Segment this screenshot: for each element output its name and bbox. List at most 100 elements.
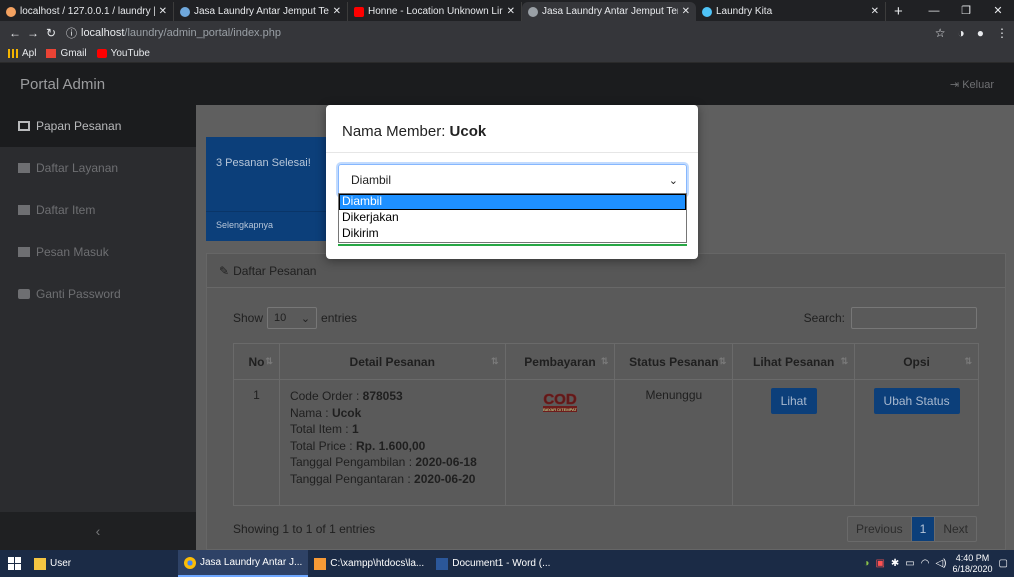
close-icon[interactable]: ✕ xyxy=(507,6,515,17)
browser-tab[interactable]: localhost / 127.0.0.1 / laundry | ✕ xyxy=(0,2,174,21)
panel-title: Daftar Pesanan xyxy=(233,263,317,278)
battery-icon[interactable]: ▭ xyxy=(905,558,914,569)
modal-title-label: Nama Member: xyxy=(342,123,450,140)
reload-icon[interactable]: ↻ xyxy=(42,26,60,40)
sidebar-collapse-button[interactable]: ‹ xyxy=(0,512,196,550)
sidebar-item-daftar-item[interactable]: Daftar Item xyxy=(0,189,196,231)
close-icon[interactable]: ✕ xyxy=(682,6,690,17)
table-footer: Showing 1 to 1 of 1 entries Previous 1 N… xyxy=(233,516,977,542)
search-input[interactable] xyxy=(851,307,977,329)
word-icon xyxy=(436,557,449,570)
column-header[interactable]: Status Pesanan ⇅ xyxy=(614,343,734,380)
folder-icon xyxy=(34,557,46,570)
sort-icon: ⇅ xyxy=(265,356,273,366)
bookmark-apps[interactable]: Apl xyxy=(8,48,36,59)
view-order-button[interactable]: Lihat xyxy=(770,388,817,414)
sidebar: Papan Pesanan Daftar Layanan Daftar Item… xyxy=(0,105,196,550)
pickup-label: Tanggal Pengambilan : xyxy=(289,455,416,469)
star-icon[interactable]: ☆ xyxy=(935,26,946,40)
tray-app-icon[interactable]: ◑ xyxy=(863,558,869,569)
tray-app-icon[interactable]: ▣ xyxy=(875,558,884,569)
column-label: Status Pesanan xyxy=(629,354,719,369)
sidebar-item-label: Daftar Layanan xyxy=(36,161,119,175)
column-header[interactable]: Pembayaran ⇅ xyxy=(504,343,616,380)
youtube-icon xyxy=(96,49,107,58)
profile-icon[interactable]: ● xyxy=(977,26,984,40)
chevron-down-icon: ⌄ xyxy=(300,312,311,325)
search-label: Search: xyxy=(803,311,845,325)
sort-icon: ⇅ xyxy=(718,356,727,366)
change-status-button[interactable]: Ubah Status xyxy=(873,388,960,414)
address-bar: ← → ↻ ⓘ localhost/laundry/admin_portal/i… xyxy=(0,21,1014,45)
clock[interactable]: 4:40 PM 6/18/2020 xyxy=(953,553,993,575)
notification-icon[interactable]: ▢ xyxy=(999,558,1008,569)
table-header-row: No ⇅ Detail Pesanan ⇅ Pembayaran ⇅ Status P… xyxy=(233,343,979,380)
volume-icon[interactable]: ◁) xyxy=(935,558,946,569)
back-icon[interactable]: ← xyxy=(6,26,24,40)
status-option[interactable]: Diambil xyxy=(339,194,686,210)
column-header[interactable]: Lihat Pesanan ⇅ xyxy=(732,343,856,380)
extension-icon[interactable]: ◑ xyxy=(958,26,965,40)
pagination-next[interactable]: Next xyxy=(935,517,976,541)
wifi-icon[interactable]: ◠ xyxy=(921,558,930,569)
browser-tab[interactable]: Jasa Laundry Antar Jemput Ter ✕ xyxy=(174,2,348,21)
youtube-icon xyxy=(354,6,364,17)
sidebar-item-label: Daftar Item xyxy=(36,203,96,217)
start-button[interactable] xyxy=(0,550,28,577)
forward-icon[interactable]: → xyxy=(24,26,42,40)
maximize-icon[interactable]: ❐ xyxy=(950,4,982,17)
entries-value: 10 xyxy=(274,312,287,324)
column-header[interactable]: Opsi ⇅ xyxy=(854,343,979,380)
close-icon[interactable]: ✕ xyxy=(333,6,341,17)
panel-header: ✎ Daftar Pesanan xyxy=(207,254,1005,288)
new-tab-button[interactable]: + xyxy=(886,2,911,21)
pagination-page[interactable]: 1 xyxy=(911,517,936,541)
sidebar-item-ganti-password[interactable]: Ganti Password xyxy=(0,273,196,315)
taskbar-item-word[interactable]: Document1 - Word (... xyxy=(430,550,556,577)
taskbar-item-chrome[interactable]: Jasa Laundry Antar J... xyxy=(178,550,309,577)
taskbar-label: User xyxy=(50,558,72,569)
logout-link[interactable]: ⇥ Keluar xyxy=(950,78,994,91)
bluetooth-icon[interactable]: ✱ xyxy=(891,558,899,569)
column-header[interactable]: No ⇅ xyxy=(233,343,280,380)
status-option[interactable]: Dikerjakan xyxy=(339,210,686,226)
taskbar-item-user[interactable]: User xyxy=(28,550,178,577)
submit-button-edge[interactable] xyxy=(338,244,687,246)
name-label: Nama : xyxy=(289,405,332,420)
close-icon[interactable]: ✕ xyxy=(159,6,167,17)
tab-title: localhost / 127.0.0.1 / laundry | xyxy=(20,6,155,17)
pagination-previous[interactable]: Previous xyxy=(848,517,912,541)
menu-icon[interactable]: ⋮ xyxy=(996,26,1008,40)
taskbar-item-sublime[interactable]: C:\xampp\htdocs\la... xyxy=(308,550,430,577)
svg-text:BAYAR DITEMPAT: BAYAR DITEMPAT xyxy=(543,407,577,412)
laundry-kita-icon xyxy=(702,6,712,17)
status-option[interactable]: Dikirim xyxy=(339,226,686,242)
tab-title: Laundry Kita xyxy=(716,6,773,17)
sidebar-item-papan-pesanan[interactable]: Papan Pesanan xyxy=(0,105,196,147)
column-label: Opsi xyxy=(903,354,930,369)
browser-tab[interactable]: Laundry Kita ✕ xyxy=(696,2,886,21)
dashboard-icon xyxy=(18,121,30,131)
info-icon[interactable]: ⓘ xyxy=(66,25,77,41)
column-header[interactable]: Detail Pesanan ⇅ xyxy=(278,343,506,380)
bank-icon xyxy=(18,205,30,215)
sidebar-item-pesan-masuk[interactable]: Pesan Masuk xyxy=(0,231,196,273)
url-field[interactable]: ⓘ localhost/laundry/admin_portal/index.p… xyxy=(66,25,935,41)
window-close-icon[interactable]: ✕ xyxy=(982,4,1014,17)
stat-card-link[interactable]: Selengkapnya xyxy=(206,211,346,241)
bookmark-gmail[interactable]: Gmail xyxy=(46,48,87,59)
close-icon[interactable]: ✕ xyxy=(871,6,879,17)
brand[interactable]: Portal Admin xyxy=(20,76,105,93)
chrome-icon xyxy=(184,556,196,569)
phpmyadmin-icon xyxy=(6,6,16,17)
sidebar-item-daftar-layanan[interactable]: Daftar Layanan xyxy=(0,147,196,189)
action-cell: Ubah Status xyxy=(854,379,979,506)
status-select[interactable]: Diambil ⌄ xyxy=(338,164,687,196)
browser-tab[interactable]: Honne - Location Unknown Lir ✕ xyxy=(348,2,522,21)
entries-select[interactable]: 10 ⌄ xyxy=(267,307,318,329)
chevron-down-icon: ⌄ xyxy=(668,174,678,187)
browser-tab-active[interactable]: Jasa Laundry Antar Jemput Ter ✕ xyxy=(522,2,696,21)
items-label: Total Item : xyxy=(289,422,352,436)
bookmark-youtube[interactable]: YouTube xyxy=(96,48,150,59)
minimize-icon[interactable]: — xyxy=(918,5,950,17)
